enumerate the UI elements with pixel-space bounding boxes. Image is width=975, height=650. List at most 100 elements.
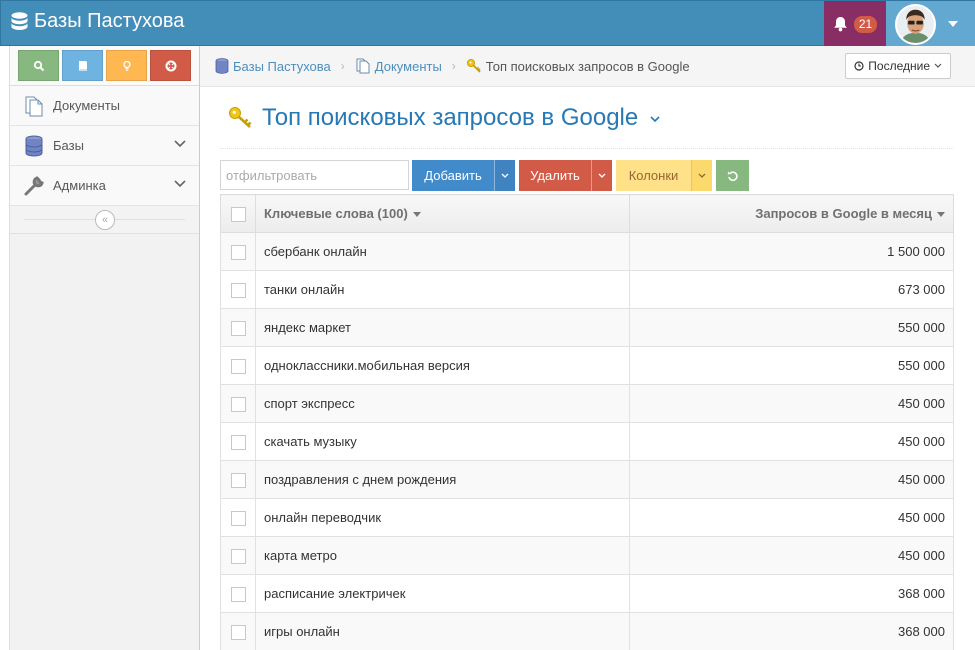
table-row[interactable]: игры онлайн 368 000 [220, 612, 954, 650]
keyword-cell: игры онлайн [255, 612, 630, 650]
queries-cell: 673 000 [629, 270, 954, 309]
sidebar: Документы Базы Админка « [9, 46, 200, 650]
chevron-down-icon [174, 140, 186, 148]
shortcut-idea-button[interactable] [106, 50, 147, 81]
column-header-queries[interactable]: Запросов в Google в месяц [629, 194, 954, 233]
add-dropdown-toggle[interactable] [494, 160, 515, 191]
keyword-cell: скачать музыку [255, 422, 630, 461]
clock-icon [854, 61, 864, 71]
row-checkbox[interactable] [230, 510, 246, 526]
brand-link[interactable]: Базы Пастухова [11, 10, 184, 33]
delete-button[interactable]: Удалить [519, 160, 591, 191]
breadcrumb-item-home[interactable]: Базы Пастухова [215, 58, 331, 74]
recent-label: Последние [868, 59, 930, 73]
keyword-cell: одноклассники.мобильная версия [255, 346, 630, 385]
keyword-cell: яндекс маркет [255, 308, 630, 347]
add-button[interactable]: Добавить [412, 160, 494, 191]
lifebuoy-icon [165, 60, 176, 71]
table-row[interactable]: онлайн переводчик 450 000 [220, 498, 954, 537]
chevron-down-icon [698, 173, 706, 178]
database-icon [215, 58, 229, 74]
row-checkbox[interactable] [230, 586, 246, 602]
queries-cell: 450 000 [629, 498, 954, 537]
queries-cell: 450 000 [629, 460, 954, 499]
table-row[interactable]: танки онлайн 673 000 [220, 270, 954, 309]
breadcrumb-item-documents[interactable]: Документы [355, 58, 442, 74]
column-header-label: Ключевые слова (100) [264, 206, 408, 221]
row-checkbox[interactable] [230, 244, 246, 260]
brand-title: Базы Пастухова [34, 10, 185, 32]
column-header-label: Запросов в Google в месяц [755, 206, 932, 221]
keyword-cell: танки онлайн [255, 270, 630, 309]
row-checkbox[interactable] [230, 358, 246, 374]
shortcut-search-button[interactable] [18, 50, 59, 81]
key-icon [466, 59, 481, 73]
table-row[interactable]: яндекс маркет 550 000 [220, 308, 954, 347]
row-checkbox[interactable] [230, 396, 246, 412]
refresh-icon [727, 170, 738, 181]
row-select-cell [220, 612, 256, 650]
sidebar-item-admin[interactable]: Админка [10, 166, 199, 206]
queries-cell: 550 000 [629, 346, 954, 385]
chevron-down-icon [174, 180, 186, 188]
table-row[interactable]: расписание электричек 368 000 [220, 574, 954, 613]
table-row[interactable]: сбербанк онлайн 1 500 000 [220, 232, 954, 271]
notifications-button[interactable]: 21 [824, 1, 886, 47]
select-all-cell [220, 194, 256, 233]
table-row[interactable]: поздравления с днем рождения 450 000 [220, 460, 954, 499]
columns-button[interactable]: Колонки [616, 160, 691, 191]
wrench-icon [21, 174, 47, 198]
sort-caret-icon [937, 212, 945, 218]
row-checkbox[interactable] [230, 320, 246, 336]
table-header-row: Ключевые слова (100) Запросов в Google в… [220, 194, 954, 233]
queries-cell: 450 000 [629, 422, 954, 461]
row-select-cell [220, 232, 256, 271]
lightbulb-icon [122, 60, 131, 71]
keywords-table: Ключевые слова (100) Запросов в Google в… [220, 194, 954, 650]
select-all-checkbox[interactable] [230, 206, 246, 222]
queries-cell: 368 000 [629, 612, 954, 650]
row-checkbox[interactable] [230, 548, 246, 564]
breadcrumb-link[interactable]: Базы Пастухова [233, 59, 331, 74]
column-header-keywords[interactable]: Ключевые слова (100) [255, 194, 630, 233]
shortcut-book-button[interactable] [62, 50, 103, 81]
sidebar-item-documents[interactable]: Документы [10, 86, 199, 126]
row-select-cell [220, 498, 256, 537]
filter-input[interactable] [220, 160, 409, 190]
row-checkbox[interactable] [230, 624, 246, 640]
chevron-down-icon [948, 21, 958, 27]
sidebar-item-label: Админка [53, 178, 106, 193]
row-select-cell [220, 574, 256, 613]
chevron-down-icon [934, 63, 942, 68]
row-checkbox[interactable] [230, 434, 246, 450]
breadcrumb: Базы Пастухова › Документы › Топ поисков… [200, 46, 975, 87]
sidebar-item-label: Документы [53, 98, 121, 113]
notifications-badge: 21 [853, 15, 878, 33]
columns-dropdown-toggle[interactable] [691, 160, 712, 191]
breadcrumb-link[interactable]: Документы [375, 59, 442, 74]
sidebar-collapse-button[interactable]: « [95, 210, 115, 230]
table-row[interactable]: скачать музыку 450 000 [220, 422, 954, 461]
table-row[interactable]: карта метро 450 000 [220, 536, 954, 575]
database-icon [11, 11, 28, 30]
double-chevron-left-icon: « [101, 214, 109, 226]
row-checkbox[interactable] [230, 472, 246, 488]
row-select-cell [220, 270, 256, 309]
row-select-cell [220, 384, 256, 423]
sidebar-shortcuts [10, 46, 199, 86]
chevron-down-icon[interactable] [650, 116, 660, 123]
table-row[interactable]: спорт экспресс 450 000 [220, 384, 954, 423]
row-checkbox[interactable] [230, 282, 246, 298]
delete-dropdown-toggle[interactable] [591, 160, 612, 191]
key-icon [229, 106, 252, 128]
table-row[interactable]: одноклассники.мобильная версия 550 000 [220, 346, 954, 385]
refresh-button[interactable] [716, 160, 749, 191]
user-menu[interactable] [886, 1, 975, 47]
shortcut-help-button[interactable] [150, 50, 191, 81]
breadcrumb-separator-icon: › [340, 59, 345, 73]
breadcrumb-current: Топ поисковых запросов в Google [485, 58, 690, 74]
row-select-cell [220, 308, 256, 347]
recent-dropdown-button[interactable]: Последние [845, 53, 951, 79]
sidebar-item-databases[interactable]: Базы [10, 126, 199, 166]
top-navbar: Базы Пастухова 21 [0, 0, 975, 47]
